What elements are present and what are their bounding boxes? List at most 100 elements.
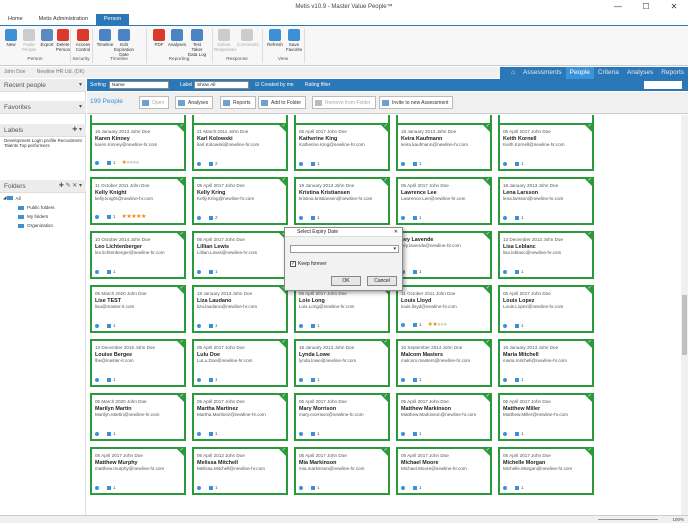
check-icon: ✓ <box>383 447 388 453</box>
person-card[interactable]: ✓ 05 April 2017 John Doe Matthew Miller Mat… <box>498 393 594 441</box>
zoom-slider[interactable] <box>598 519 658 520</box>
created-by-me-checkbox[interactable]: ☑ Created by me <box>255 79 294 91</box>
ribbon-button-12[interactable]: Refresh <box>265 29 285 47</box>
expiry-date-dropdown[interactable]: ▾ <box>290 245 399 253</box>
person-card[interactable]: ✓ 18 January 2013 John Doe Keira Kaufmann k… <box>396 123 492 171</box>
person-card[interactable]: ✓ 10 September 2014 John Doe Malcom Master… <box>396 339 492 387</box>
tab-metis-administration[interactable]: Metis Administration <box>31 14 96 25</box>
favorites-header[interactable]: Favorites ▾ <box>0 101 86 114</box>
nav-assessments[interactable]: Assessments <box>519 67 566 79</box>
rating-filter[interactable]: Rating filter <box>305 79 330 91</box>
ribbon-button-5[interactable]: Timeline <box>95 29 115 47</box>
ribbon-button-6[interactable]: Edit Expiration Date <box>114 29 134 57</box>
open-icon <box>142 100 149 106</box>
person-card[interactable]: ✓ 05 April 2017 John Doe Mary Morrison mary… <box>294 393 390 441</box>
nav-reports[interactable]: Reports <box>657 67 688 79</box>
scrollbar[interactable] <box>681 115 688 515</box>
person-card[interactable]: ✓ 05 April 2017 John Doe Lulu Doe LuLu.Doe@… <box>192 339 288 387</box>
home-icon[interactable]: ⌂ <box>507 67 519 79</box>
person-card[interactable]: ✓ 18 January 2013 John Doe Maria Mitchell m… <box>498 339 594 387</box>
person-card[interactable]: ✓18 January 2013 John DoeLiza Laudanoliz… <box>192 285 288 333</box>
nav-people[interactable]: People <box>565 67 594 79</box>
folder-organization[interactable]: Organization <box>0 221 86 230</box>
person-card[interactable]: ✓ 05 April 2017 John Doe Matthew Murphy mat… <box>90 447 186 495</box>
person-card[interactable]: ✓ 05 April 2017 John Doe Michelle Morgan Mi… <box>498 447 594 495</box>
maximize-icon[interactable]: ☐ <box>632 0 660 14</box>
person-card[interactable]: ✓ 05 March 2020 John Doe Lise TEST lisa@mas… <box>90 285 186 333</box>
folder-tools-icon[interactable]: ✚ ✎ ✕ ▾ <box>59 180 82 193</box>
add-to-folder-button[interactable]: Add to Folder <box>258 96 307 109</box>
ribbon-button-13[interactable]: Save Favorite <box>284 29 304 52</box>
person-card[interactable]: ✓ 18 January 2013 John Doe Lena Larsson len… <box>498 177 594 225</box>
minimize-icon[interactable]: — <box>604 0 632 14</box>
person-card[interactable]: ✓ 11 October 2011 John Doe Kelly Knight kel… <box>90 177 186 225</box>
person-card[interactable]: ✓ 05 April 2017 John Doe Katherine King Kat… <box>294 123 390 171</box>
reports-button[interactable]: Reports <box>220 96 256 109</box>
chevron-down-icon[interactable]: ▾ <box>79 101 82 114</box>
flag-icon <box>209 485 213 490</box>
person-card[interactable]: ✓05 April 2017 John DoeLois LongLois.Lon… <box>294 285 390 333</box>
scrollbar-thumb[interactable] <box>682 295 687 355</box>
rating-stars[interactable]: ★●●●● <box>122 159 140 166</box>
person-card[interactable]: ✓ 05 April 2017 John Doe Michael Moore Mich… <box>396 447 492 495</box>
ribbon-button-8[interactable]: Analyses <box>167 29 187 47</box>
person-card[interactable]: ✓ 05 April 2017 John Doe Louis Lopez Louis.… <box>498 285 594 333</box>
label-select[interactable]: Show All <box>194 81 249 89</box>
recent-people-header[interactable]: Recent people ▾ <box>0 79 86 92</box>
ribbon-button-11[interactable]: Comments <box>237 29 259 47</box>
folders-header[interactable]: Folders ✚ ✎ ✕ ▾ <box>0 180 86 193</box>
card-email: Keith.Kornell@newline-hr.com <box>503 142 565 147</box>
ribbon-button-1[interactable]: Paste People <box>19 29 39 52</box>
person-card[interactable]: ✓ 05 March 2020 John Doe Marilyn Martin Mar… <box>90 393 186 441</box>
person-card[interactable]: ✓ 10 October 2014 John Doe Leo Lichtenberg… <box>90 231 186 279</box>
folder-public[interactable]: Public folders <box>0 203 86 212</box>
person-card[interactable]: ✓ 11 October 2011 John Doe Louis Lloyd loui… <box>396 285 492 333</box>
person-card[interactable]: ✓ 05 April 2017 John Doe Matthew Markinson… <box>396 393 492 441</box>
person-card[interactable]: ✓ 05 April 2013 John Doe Melissa Mitchell M… <box>192 447 288 495</box>
card-date: 18 January 2013 John Doe <box>95 129 151 134</box>
chevron-down-icon[interactable]: ▾ <box>79 79 82 92</box>
add-label-icon[interactable]: ✚ ▾ <box>72 124 82 137</box>
nav-analyses[interactable]: Analyses <box>623 67 657 79</box>
folder-my[interactable]: My folders <box>0 212 86 221</box>
ribbon-button-7[interactable]: PDF <box>149 29 169 47</box>
label-list[interactable]: Development Login profile Recruitment Ta… <box>0 137 86 149</box>
checkbox-checked-icon[interactable]: ✓ <box>290 261 296 267</box>
card-email: mia.markinson@newline-hr.com <box>299 466 365 471</box>
person-card[interactable]: ✓ 19 January 2013 John Doe Kristina Kristi… <box>294 177 390 225</box>
tab-person[interactable]: Person <box>95 14 130 25</box>
cancel-button[interactable]: Cancel <box>367 276 397 286</box>
folder-all[interactable]: ◢ All <box>0 193 86 203</box>
rating-stars[interactable]: ★★★★★ <box>122 213 147 220</box>
person-card[interactable]: ✓ 18 January 2013 John Doe Lynda Lowe lynda… <box>294 339 390 387</box>
person-card[interactable]: ✓ 13 December 2016 John Doe Louise Bergee l… <box>90 339 186 387</box>
labels-header[interactable]: Labels ✚ ▾ <box>0 124 86 137</box>
open-button[interactable]: Open <box>139 96 170 109</box>
close-icon[interactable]: ✕ <box>660 0 688 14</box>
person-card[interactable]: ✓ 05 April 2017 John Doe Martha Martinez Ma… <box>192 393 288 441</box>
ribbon-button-0[interactable]: New <box>1 29 21 47</box>
person-card[interactable]: ✓ sey Lavende sey.lavende@newline-hr.com 1 <box>396 231 492 279</box>
invite-assessment-button[interactable]: Invite to new Assessment <box>379 96 454 109</box>
ok-button[interactable]: OK <box>331 276 361 286</box>
ribbon-button-4[interactable]: Access Control <box>73 29 93 52</box>
person-card[interactable]: ✓ 05 April 2017 John Doe Lawrence Lee Lawre… <box>396 177 492 225</box>
person-card[interactable]: ✓ 05 April 2017 John Doe Kelly Kring Kelly.… <box>192 177 288 225</box>
sorting-select[interactable]: Name <box>109 81 169 89</box>
person-card[interactable]: ✓ 05 April 2017 John Doe Mia Markinson mia.… <box>294 447 390 495</box>
person-card[interactable]: ✓ 18 January 2013 John Doe Karen Kinney kar… <box>90 123 186 171</box>
ribbon-button-9[interactable]: Test Taker Data Log <box>187 29 207 57</box>
tab-home[interactable]: Home <box>0 14 31 25</box>
close-icon[interactable]: ✕ <box>394 228 398 237</box>
ribbon-button-10[interactable]: Delete Responses <box>214 29 237 52</box>
person-card[interactable]: ✓ 05 April 2017 John Doe Keith Kornell Keit… <box>498 123 594 171</box>
person-card[interactable]: ✓05 April 2017 John DoeLillian LewisLill… <box>192 231 288 279</box>
remove-from-folder-button[interactable]: Remove from Folder <box>312 96 376 109</box>
analyses-button[interactable]: Analyses <box>175 96 214 109</box>
person-card[interactable]: ✓ 13 December 2012 John Doe Lisa Leblanc li… <box>498 231 594 279</box>
keep-forever-checkbox[interactable]: ✓ Keep forever <box>290 261 327 267</box>
rating-stars[interactable]: ★★●●● <box>428 321 448 328</box>
search-input[interactable] <box>644 81 682 89</box>
person-card[interactable]: ✓ 21 March 2011 John Doe Karl Kolowski karl… <box>192 123 288 171</box>
nav-criteria[interactable]: Criteria <box>594 67 623 79</box>
